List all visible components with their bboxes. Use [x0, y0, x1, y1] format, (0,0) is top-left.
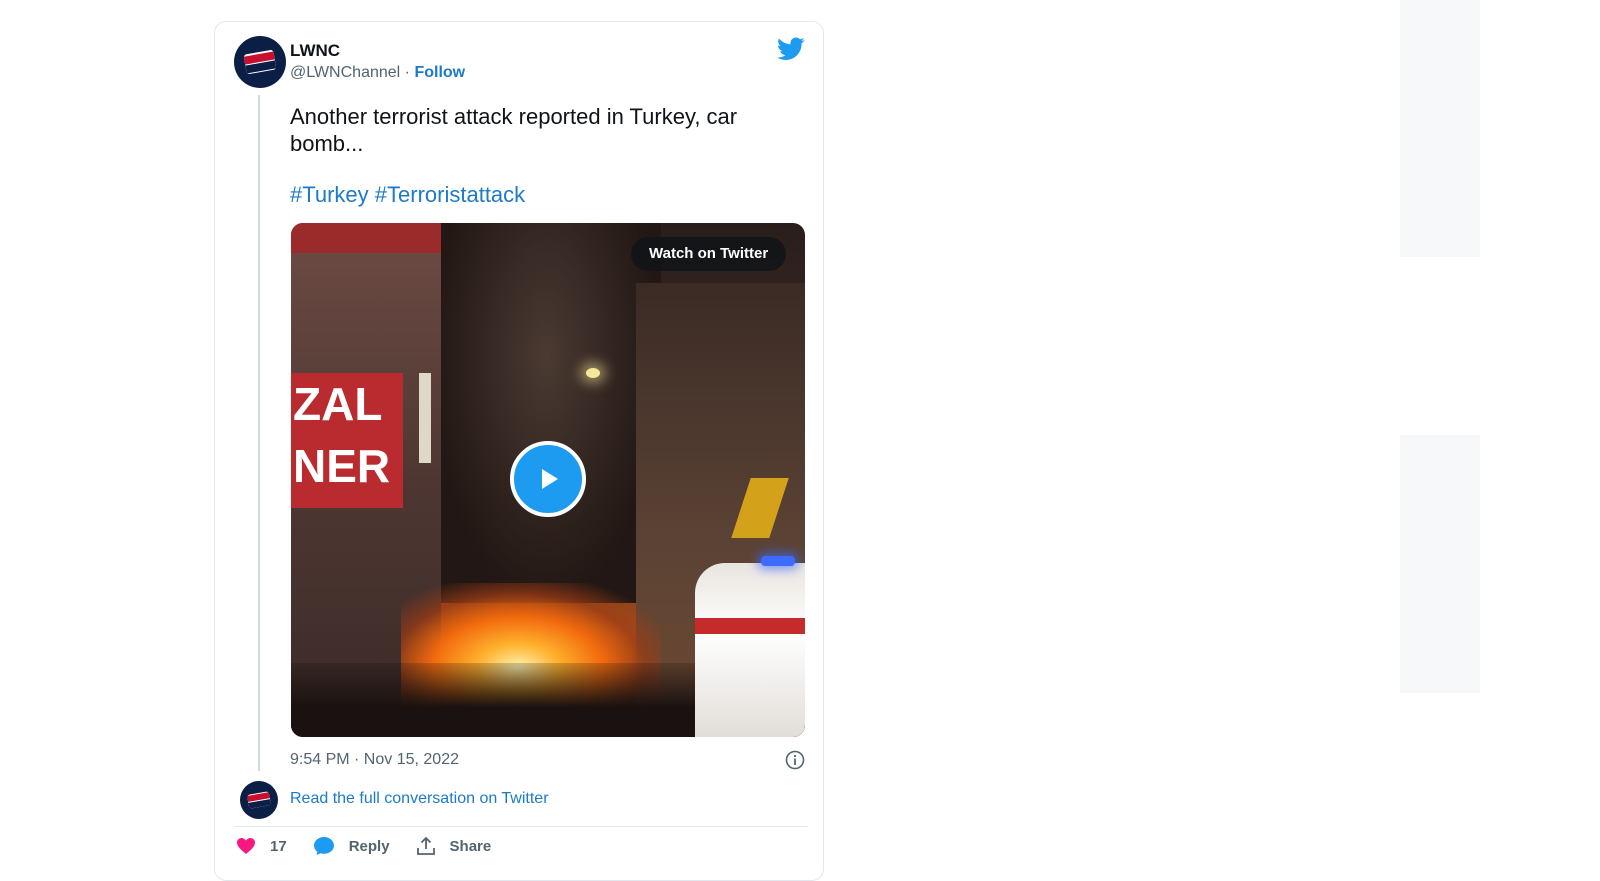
tweet-timestamp[interactable]: 9:54 PM · Nov 15, 2022	[290, 751, 459, 769]
reply-label: Reply	[348, 837, 390, 855]
hashtag-terroristattack[interactable]: #Terroristattack	[375, 182, 525, 207]
hashtag-turkey[interactable]: #Turkey	[290, 182, 369, 207]
ad-placeholder-bottom	[1400, 435, 1480, 693]
play-button[interactable]	[510, 441, 586, 517]
scene-awning	[291, 223, 441, 253]
scene-shop-sign: ZAL NER	[291, 373, 403, 508]
conversation-avatar[interactable]	[240, 781, 278, 819]
like-button[interactable]: 17	[236, 837, 287, 855]
tweet-actions: 17 Reply Share	[236, 836, 517, 856]
scene-siren-light	[761, 556, 795, 566]
twitter-bird-icon[interactable]	[777, 37, 805, 61]
share-upload-icon	[416, 836, 435, 855]
watch-on-twitter-button[interactable]: Watch on Twitter	[631, 237, 787, 271]
scene-ambulance	[695, 563, 805, 737]
share-label: Share	[449, 837, 492, 855]
play-icon	[542, 469, 558, 489]
info-icon[interactable]	[784, 749, 806, 771]
action-divider	[234, 826, 808, 827]
shop-sign-line-2: NER	[293, 440, 391, 492]
breaking-news-logo	[243, 49, 277, 75]
video-thumbnail[interactable]: ZAL NER Watch on Twitter	[291, 223, 805, 737]
author-handle[interactable]: @LWNChannel	[290, 64, 400, 81]
reply-button[interactable]: Reply	[313, 836, 390, 856]
breaking-news-logo-small	[246, 791, 272, 809]
reply-bubble-icon	[313, 837, 334, 855]
scene-night-sky	[431, 223, 661, 603]
author-avatar[interactable]	[234, 36, 286, 88]
meta-separator: ·	[404, 64, 410, 81]
hashtag-list: #Turkey #Terroristattack	[290, 182, 525, 208]
author-name[interactable]: LWNC	[290, 41, 340, 61]
scene-street-lamp	[586, 368, 600, 378]
follow-button[interactable]: Follow	[414, 64, 465, 81]
read-full-conversation-link[interactable]: Read the full conversation on Twitter	[290, 790, 549, 808]
scene-ambulance-stripe	[695, 618, 805, 634]
like-count: 17	[270, 837, 287, 855]
thread-line	[258, 95, 260, 771]
share-button[interactable]: Share	[416, 836, 492, 856]
shop-sign-line-1: ZAL	[293, 378, 383, 430]
tweet-text: Another terrorist attack reported in Tur…	[290, 104, 738, 156]
ad-placeholder-top	[1400, 0, 1480, 257]
scene-sign-pole	[419, 373, 431, 463]
author-meta: @LWNChannel · Follow	[290, 64, 465, 82]
heart-icon	[237, 838, 255, 854]
